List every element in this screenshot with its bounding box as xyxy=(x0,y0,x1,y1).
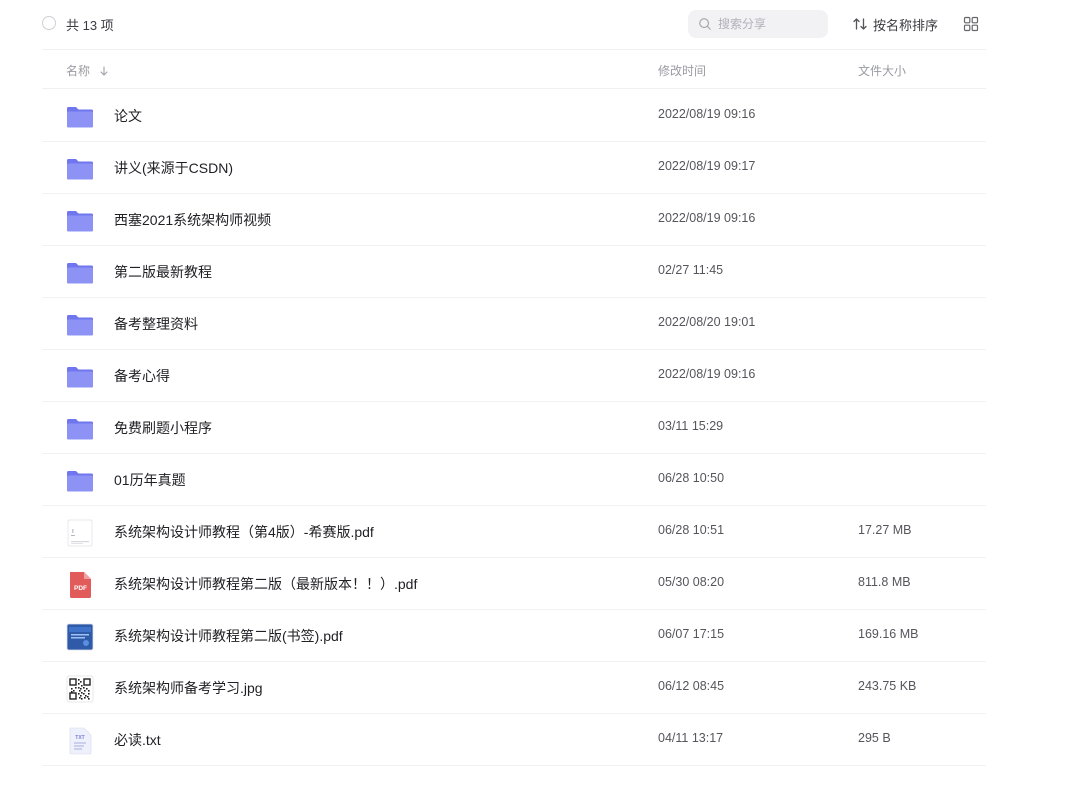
column-header-name[interactable]: 名称 xyxy=(66,62,110,79)
grid-view-icon[interactable] xyxy=(963,16,979,32)
file-modified-time: 04/11 13:17 xyxy=(658,731,724,745)
file-modified-time: 2022/08/20 19:01 xyxy=(658,315,756,329)
folder-icon xyxy=(66,207,94,235)
file-modified-time: 02/27 11:45 xyxy=(658,263,724,277)
column-header-size[interactable]: 文件大小 xyxy=(858,62,906,79)
file-name[interactable]: 免费刷题小程序 xyxy=(114,418,212,438)
item-count: 共 13 项 xyxy=(66,18,114,33)
file-name[interactable]: 第二版最新教程 xyxy=(114,262,212,282)
folder-icon xyxy=(66,363,94,391)
file-modified-time: 06/28 10:51 xyxy=(658,523,725,537)
file-size: 169.16 MB xyxy=(858,627,919,641)
sort-arrow-down-icon xyxy=(100,65,108,76)
txt-file-icon: TXT xyxy=(66,727,94,755)
file-row[interactable]: 系统架构设计师教程第二版(书签).pdf 06/07 17:15 169.16 MB xyxy=(42,610,986,662)
sort-icon xyxy=(853,18,867,30)
file-row[interactable]: 免费刷题小程序 03/11 15:29 xyxy=(42,402,986,454)
file-row[interactable]: 备考整理资料 2022/08/20 19:01 xyxy=(42,298,986,350)
qr-code-thumbnail-icon xyxy=(66,675,94,703)
file-modified-time: 2022/08/19 09:16 xyxy=(658,367,756,381)
file-name[interactable]: 西塞2021系统架构师视频 xyxy=(114,210,271,230)
file-modified-time: 03/11 15:29 xyxy=(658,419,724,433)
file-name[interactable]: 备考心得 xyxy=(114,366,170,386)
file-row[interactable]: 备考心得 2022/08/19 09:16 xyxy=(42,350,986,402)
folder-icon xyxy=(66,155,94,183)
book-cover-thumbnail-icon xyxy=(66,623,94,651)
folder-icon xyxy=(66,103,94,131)
file-modified-time: 2022/08/19 09:16 xyxy=(658,211,756,225)
file-modified-time: 2022/08/19 09:17 xyxy=(658,159,756,173)
file-row[interactable]: 系统架构师备考学习.jpg 06/12 08:45 243.75 KB xyxy=(42,662,986,714)
file-modified-time: 05/30 08:20 xyxy=(658,575,725,589)
file-name[interactable]: 系统架构师备考学习.jpg xyxy=(114,678,263,698)
pdf-icon: PDF xyxy=(66,571,94,599)
file-name[interactable]: 讲义(来源于CSDN) xyxy=(114,158,233,178)
file-name[interactable]: 系统架构设计师教程第二版(书签).pdf xyxy=(114,626,343,646)
svg-text:TXT: TXT xyxy=(75,735,84,741)
file-modified-time: 06/28 10:50 xyxy=(658,471,725,485)
file-name[interactable]: 系统架构设计师教程第二版（最新版本！！）.pdf xyxy=(114,574,417,594)
column-header-row: 名称 修改时间 文件大小 xyxy=(42,49,986,89)
toolbar: 共 13 项 按名称排序 xyxy=(0,0,1067,48)
search-icon xyxy=(699,18,711,30)
file-size: 17.27 MB xyxy=(858,523,912,537)
sort-by-name-button[interactable]: 按名称排序 xyxy=(852,14,938,34)
sort-label: 按名称排序 xyxy=(873,17,939,33)
folder-icon xyxy=(66,259,94,287)
file-row[interactable]: 系统架构设计师教程（第4版）-希赛版.pdf 06/28 10:51 17.27 M… xyxy=(42,506,986,558)
file-modified-time: 2022/08/19 09:16 xyxy=(658,107,756,121)
file-row[interactable]: 第二版最新教程 02/27 11:45 xyxy=(42,246,986,298)
file-list: 论文 2022/08/19 09:16 讲义(来源于CSDN) 2022/08/19 … xyxy=(42,90,986,766)
search-box[interactable] xyxy=(688,10,828,38)
select-all-checkbox[interactable] xyxy=(42,16,56,30)
file-size: 243.75 KB xyxy=(858,679,917,693)
search-input[interactable] xyxy=(718,10,818,38)
document-thumbnail-icon xyxy=(66,519,94,547)
file-name[interactable]: 论文 xyxy=(114,106,142,126)
file-name[interactable]: 备考整理资料 xyxy=(114,314,198,334)
file-row[interactable]: TXT 必读.txt 04/11 13:17 295 B xyxy=(42,714,986,766)
column-name-label: 名称 xyxy=(66,64,91,78)
column-header-modified[interactable]: 修改时间 xyxy=(658,62,706,79)
file-row[interactable]: 01历年真题 06/28 10:50 xyxy=(42,454,986,506)
file-size: 295 B xyxy=(858,731,891,745)
file-row[interactable]: 西塞2021系统架构师视频 2022/08/19 09:16 xyxy=(42,194,986,246)
folder-icon xyxy=(66,467,94,495)
svg-text:PDF: PDF xyxy=(74,585,87,592)
file-name[interactable]: 系统架构设计师教程（第4版）-希赛版.pdf xyxy=(114,522,374,542)
file-modified-time: 06/07 17:15 xyxy=(658,627,725,641)
file-name[interactable]: 01历年真题 xyxy=(114,470,186,490)
file-row[interactable]: 讲义(来源于CSDN) 2022/08/19 09:17 xyxy=(42,142,986,194)
file-size: 811.8 MB xyxy=(858,575,911,589)
folder-icon xyxy=(66,311,94,339)
file-row[interactable]: 论文 2022/08/19 09:16 xyxy=(42,90,986,142)
file-row[interactable]: PDF 系统架构设计师教程第二版（最新版本！！）.pdf 05/30 08:20 81… xyxy=(42,558,986,610)
folder-icon xyxy=(66,415,94,443)
file-modified-time: 06/12 08:45 xyxy=(658,679,725,693)
file-name[interactable]: 必读.txt xyxy=(114,730,161,750)
